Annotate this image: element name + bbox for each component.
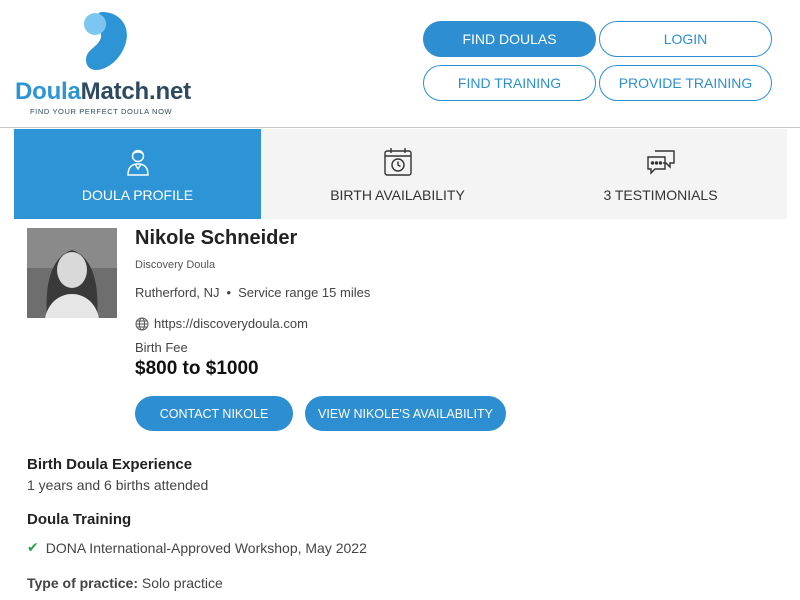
logo-wordmark: DoulaMatch.net — [15, 78, 191, 106]
doula-website[interactable]: https://discoverydoula.com — [135, 316, 308, 331]
practice-type: Type of practice: Solo practice — [27, 575, 223, 591]
find-doulas-button[interactable]: FIND DOULAS — [423, 21, 596, 57]
practice-value: Solo practice — [141, 575, 223, 591]
doula-location: Rutherford, NJ — [135, 285, 220, 300]
service-range: Service range 15 miles — [238, 285, 371, 300]
logo-tagline: FIND YOUR PERFECT DOULA NOW — [30, 107, 173, 116]
doula-photo-image — [27, 228, 117, 318]
checkmark-icon: ✔ — [27, 539, 39, 555]
chat-bubbles-icon — [646, 150, 675, 175]
experience-heading: Birth Doula Experience — [27, 456, 193, 473]
provide-training-button[interactable]: PROVIDE TRAINING — [599, 65, 772, 101]
practice-label: Type of practice: — [27, 575, 138, 591]
tab-label: DOULA PROFILE — [81, 187, 194, 203]
contact-button[interactable]: CONTACT NIKOLE — [135, 396, 293, 431]
tab-testimonials[interactable]: 3 TESTIMONIALS — [534, 129, 787, 219]
experience-text: 1 years and 6 births attended — [27, 477, 209, 493]
view-availability-button[interactable]: VIEW NIKOLE'S AVAILABILITY — [305, 396, 506, 431]
doula-photo — [27, 228, 117, 318]
doula-business: Discovery Doula — [135, 259, 216, 271]
doula-name: Nikole Schneider — [135, 227, 298, 249]
training-item-text: DONA International-Approved Workshop, Ma… — [45, 539, 367, 556]
training-heading: Doula Training — [27, 511, 132, 528]
login-button[interactable]: LOGIN — [599, 21, 772, 57]
logo-mark-icon — [84, 12, 127, 70]
site-logo[interactable]: DoulaMatch.net FIND YOUR PERFECT DOULA N… — [14, 10, 204, 120]
website-link[interactable]: https://discoverydoula.com — [154, 316, 308, 331]
calendar-clock-icon — [383, 148, 412, 176]
separator-dot: • — [226, 285, 232, 300]
person-icon — [126, 149, 149, 176]
doula-location-line: Rutherford, NJ • Service range 15 miles — [135, 285, 370, 300]
fee-value: $800 to $1000 — [135, 358, 259, 379]
site-header: DoulaMatch.net FIND YOUR PERFECT DOULA N… — [0, 0, 800, 128]
tab-birth-availability[interactable]: BIRTH AVAILABILITY — [270, 129, 525, 219]
training-item: ✔ DONA International-Approved Workshop, … — [27, 539, 367, 556]
fee-label: Birth Fee — [135, 340, 188, 355]
tab-label: BIRTH AVAILABILITY — [330, 187, 465, 203]
tab-label: 3 TESTIMONIALS — [603, 187, 718, 203]
logo-word-1: Doula — [15, 78, 81, 105]
profile-tabs: DOULA PROFILE BIRTH AVAILABILITY 3 TESTI… — [14, 129, 787, 219]
logo-word-2: Match.net — [80, 78, 191, 105]
find-training-button[interactable]: FIND TRAINING — [423, 65, 596, 101]
globe-icon — [135, 317, 149, 330]
tab-doula-profile[interactable]: DOULA PROFILE — [14, 129, 261, 219]
